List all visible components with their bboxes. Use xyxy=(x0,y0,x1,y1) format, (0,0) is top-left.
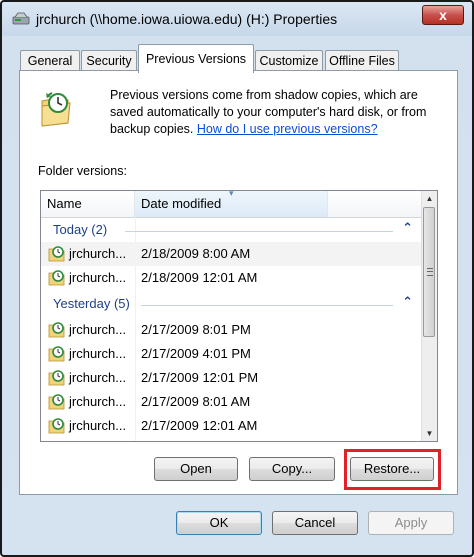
highlight-annotation xyxy=(344,449,441,490)
copy-button[interactable]: Copy... xyxy=(249,457,335,481)
folder-version-icon xyxy=(48,270,65,286)
folder-version-icon xyxy=(48,322,65,338)
group-divider xyxy=(125,231,393,232)
grip-icon xyxy=(427,268,433,276)
title-bar[interactable]: jrchurch (\\home.iowa.uiowa.edu) (H:) Pr… xyxy=(2,2,472,36)
group-divider xyxy=(141,305,393,306)
tab-general[interactable]: General xyxy=(20,50,80,72)
version-name: jrchurch... xyxy=(69,322,127,337)
sort-arrow-icon: ▾ xyxy=(229,190,234,198)
version-row[interactable]: jrchurch... 2/17/2009 12:01 AM xyxy=(41,414,423,438)
version-row[interactable]: jrchurch... 2/17/2009 8:01 AM xyxy=(41,390,423,414)
tab-previous-versions[interactable]: Previous Versions xyxy=(138,44,254,73)
version-row[interactable]: jrchurch... 2/18/2009 8:00 AM xyxy=(41,242,423,266)
version-name: jrchurch... xyxy=(69,346,127,361)
version-row[interactable]: jrchurch... 2/17/2009 4:01 PM xyxy=(41,342,423,366)
version-name: jrchurch... xyxy=(69,270,127,285)
folder-version-icon xyxy=(48,246,65,262)
previous-versions-panel: Previous versions come from shadow copie… xyxy=(19,70,458,495)
folder-version-icon xyxy=(48,418,65,434)
scroll-up-arrow-icon[interactable]: ▲ xyxy=(422,191,437,206)
window-title: jrchurch (\\home.iowa.uiowa.edu) (H:) Pr… xyxy=(36,11,338,27)
chevron-up-icon[interactable]: ⌃ xyxy=(402,294,413,310)
description-text: Previous versions come from shadow copie… xyxy=(110,87,440,138)
tab-customize[interactable]: Customize xyxy=(255,50,323,72)
scroll-down-arrow-icon[interactable]: ▼ xyxy=(422,426,437,441)
version-date: 2/18/2009 8:00 AM xyxy=(141,246,251,261)
column-header-name[interactable]: Name xyxy=(41,191,135,217)
properties-dialog: jrchurch (\\home.iowa.uiowa.edu) (H:) Pr… xyxy=(0,0,474,557)
version-name: jrchurch... xyxy=(69,418,127,433)
group-label: Today (2) xyxy=(53,222,108,237)
close-button[interactable]: x xyxy=(422,5,464,25)
group-label: Yesterday (5) xyxy=(53,296,130,311)
versions-list[interactable]: Name Date modified ▾ Today (2) ⌃ jrchurc… xyxy=(40,190,438,442)
version-name: jrchurch... xyxy=(69,246,127,261)
group-header-yesterday[interactable]: Yesterday (5) ⌃ xyxy=(41,294,423,316)
version-row[interactable]: jrchurch... 2/17/2009 12:01 PM xyxy=(41,366,423,390)
version-date: 2/17/2009 8:01 PM xyxy=(141,322,251,337)
scrollbar-thumb[interactable] xyxy=(423,207,435,337)
version-date: 2/18/2009 12:01 AM xyxy=(141,270,258,285)
ok-button[interactable]: OK xyxy=(176,511,262,535)
version-date: 2/17/2009 12:01 PM xyxy=(141,370,259,385)
version-row[interactable]: jrchurch... 2/17/2009 8:01 PM xyxy=(41,318,423,342)
tab-security[interactable]: Security xyxy=(81,50,137,72)
chevron-up-icon[interactable]: ⌃ xyxy=(402,220,413,236)
folder-clock-icon xyxy=(41,92,71,127)
folder-version-icon xyxy=(48,394,65,410)
network-drive-icon xyxy=(12,12,30,25)
help-link[interactable]: How do I use previous versions? xyxy=(197,122,378,136)
version-date: 2/17/2009 4:01 PM xyxy=(141,346,251,361)
folder-versions-label: Folder versions: xyxy=(38,164,127,178)
vertical-scrollbar[interactable]: ▲ ▼ xyxy=(421,191,437,441)
group-header-today[interactable]: Today (2) ⌃ xyxy=(41,220,423,242)
close-icon: x xyxy=(439,7,447,23)
list-header: Name Date modified ▾ xyxy=(41,191,423,218)
version-date: 2/17/2009 8:01 AM xyxy=(141,394,251,409)
version-name: jrchurch... xyxy=(69,370,127,385)
cancel-button[interactable]: Cancel xyxy=(272,511,358,535)
version-name: jrchurch... xyxy=(69,394,127,409)
version-row[interactable]: jrchurch... 2/18/2009 12:01 AM xyxy=(41,266,423,290)
open-button[interactable]: Open xyxy=(154,457,238,481)
tab-offline-files[interactable]: Offline Files xyxy=(325,50,399,72)
folder-version-icon xyxy=(48,370,65,386)
folder-version-icon xyxy=(48,346,65,362)
apply-button[interactable]: Apply xyxy=(368,511,454,535)
version-date: 2/17/2009 12:01 AM xyxy=(141,418,258,433)
